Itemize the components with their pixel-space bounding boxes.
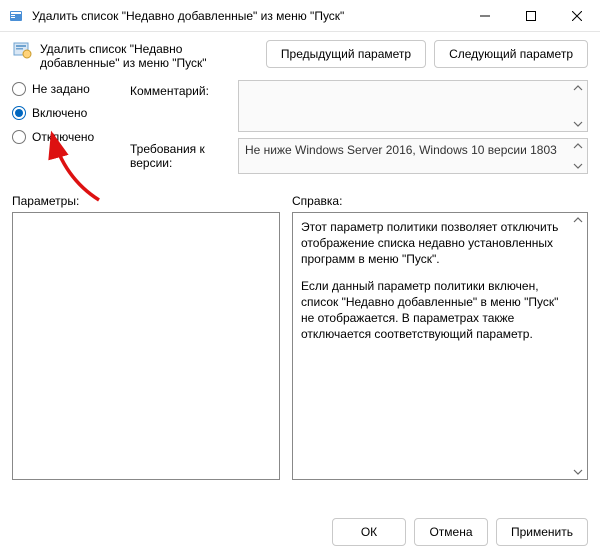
radio-label: Отключено [32,130,94,144]
window-controls [462,0,600,31]
chevron-down-icon[interactable] [571,467,585,477]
requirements-value: Не ниже Windows Server 2016, Windows 10 … [245,143,557,157]
requirements-label: Требования к версии: [130,138,230,170]
radio-circle-icon [12,106,26,120]
help-label: Справка: [292,194,342,208]
dialog-footer: ОК Отмена Применить [332,518,588,546]
policy-title: Удалить список "Недавно добавленные" из … [40,40,258,70]
policy-icon [12,40,32,60]
ok-button[interactable]: ОК [332,518,406,546]
chevron-down-icon[interactable] [571,161,585,171]
minimize-button[interactable] [462,0,508,31]
help-panel: Этот параметр политики позволяет отключи… [292,212,588,480]
state-radio-group: Не задано Включено Отключено [12,80,122,144]
app-icon [8,8,24,24]
comment-label: Комментарий: [130,80,230,98]
radio-label: Не задано [32,82,90,96]
parameters-label: Параметры: [12,194,280,208]
next-setting-button[interactable]: Следующий параметр [434,40,588,68]
previous-setting-button[interactable]: Предыдущий параметр [266,40,426,68]
maximize-button[interactable] [508,0,554,31]
close-button[interactable] [554,0,600,31]
radio-circle-icon [12,82,26,96]
chevron-up-icon[interactable] [571,83,585,93]
comment-textarea[interactable] [238,80,588,132]
chevron-down-icon[interactable] [571,119,585,129]
help-paragraph: Этот параметр политики позволяет отключи… [301,219,569,268]
titlebar: Удалить список "Недавно добавленные" из … [0,0,600,32]
cancel-button[interactable]: Отмена [414,518,488,546]
radio-disabled[interactable]: Отключено [12,130,122,144]
parameters-panel [12,212,280,480]
radio-label: Включено [32,106,87,120]
chevron-up-icon[interactable] [571,141,585,151]
radio-enabled[interactable]: Включено [12,106,122,120]
window-title: Удалить список "Недавно добавленные" из … [32,9,462,23]
requirements-box: Не ниже Windows Server 2016, Windows 10 … [238,138,588,174]
radio-not-configured[interactable]: Не задано [12,82,122,96]
chevron-up-icon[interactable] [571,215,585,225]
radio-circle-icon [12,130,26,144]
apply-button[interactable]: Применить [496,518,588,546]
help-paragraph: Если данный параметр политики включен, с… [301,278,569,343]
